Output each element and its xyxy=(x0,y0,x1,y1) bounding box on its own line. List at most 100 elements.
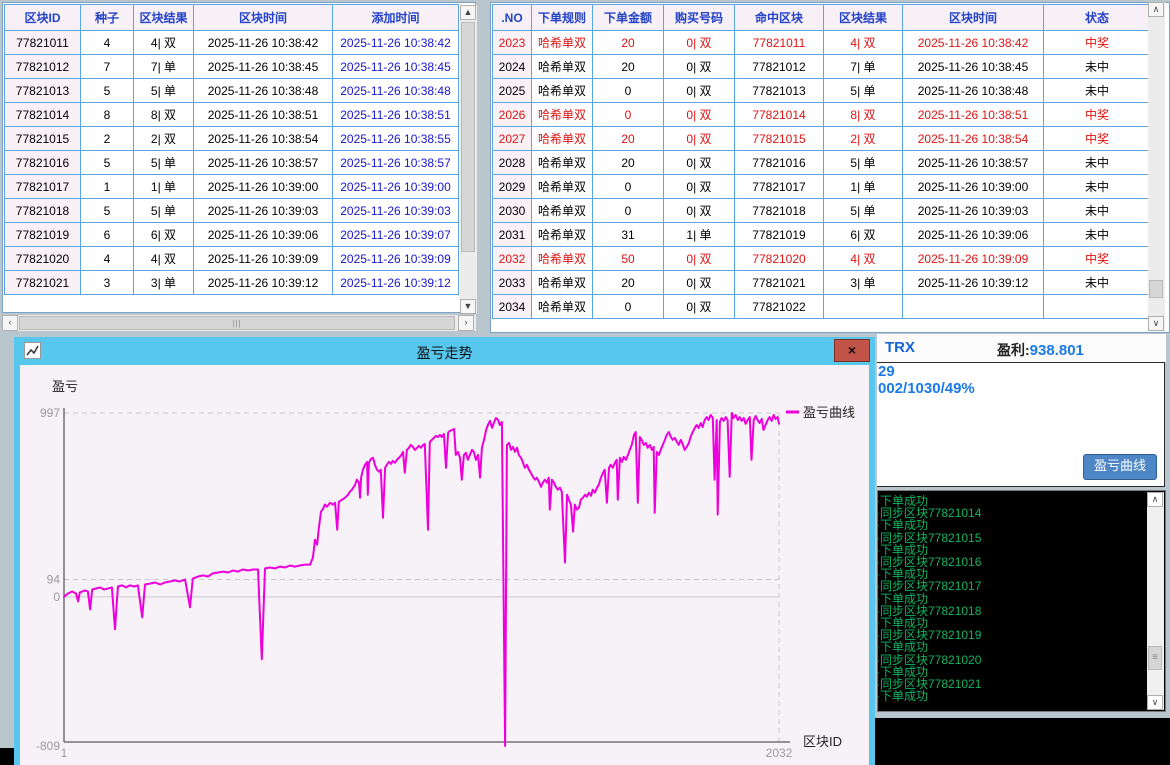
table-row[interactable]: 2024哈希单双200| 双778210127| 单2025-11-26 10:… xyxy=(493,55,1151,79)
table-cell: 7| 单 xyxy=(824,55,903,79)
log-line: ·同步区块77821015 xyxy=(878,532,1146,544)
background-console-sliver xyxy=(0,748,14,765)
column-header[interactable]: 区块结果 xyxy=(134,5,194,31)
window-titlebar[interactable]: 盈亏走势 × xyxy=(14,337,875,365)
column-header[interactable]: .NO xyxy=(493,5,532,31)
column-header[interactable]: 区块ID xyxy=(5,5,81,31)
table-row[interactable]: 2026哈希单双00| 双778210148| 双2025-11-26 10:3… xyxy=(493,103,1151,127)
column-header[interactable]: 添加时间 xyxy=(333,5,459,31)
column-header[interactable]: 种子 xyxy=(81,5,134,31)
scroll-thumb[interactable] xyxy=(1149,280,1163,298)
blocks-table-hscrollbar[interactable]: ‹ ||| › xyxy=(2,315,476,331)
column-header[interactable]: 状态 xyxy=(1044,5,1151,31)
table-row[interactable]: 2023哈希单双200| 双778210114| 双2025-11-26 10:… xyxy=(493,31,1151,55)
scroll-left-button[interactable]: ‹ xyxy=(2,315,18,331)
column-header[interactable]: 区块结果 xyxy=(824,5,903,31)
scroll-thumb[interactable]: ||| xyxy=(19,316,455,330)
table-row[interactable]: 7782101277| 单2025-11-26 10:38:452025-11-… xyxy=(5,55,459,79)
scroll-right-button[interactable]: › xyxy=(458,315,474,331)
y-tick-label: 94 xyxy=(47,573,61,587)
table-cell: 0| 双 xyxy=(664,31,735,55)
scroll-down-button[interactable]: ▼ xyxy=(460,299,476,314)
stat-line: 002/1030/49% xyxy=(877,380,1164,397)
table-cell: 2025-11-26 10:38:45 xyxy=(194,55,333,79)
scroll-up-button[interactable]: ∧ xyxy=(1147,492,1163,507)
table-row[interactable]: 7782101855| 单2025-11-26 10:39:032025-11-… xyxy=(5,199,459,223)
y-tick-label: 0 xyxy=(53,590,60,604)
table-cell: 2025-11-26 10:39:03 xyxy=(194,199,333,223)
column-header[interactable]: 区块时间 xyxy=(194,5,333,31)
table-cell: 31 xyxy=(593,223,664,247)
scroll-up-button[interactable]: ▲ xyxy=(460,5,476,20)
scroll-thumb[interactable]: ≡ xyxy=(1148,646,1162,670)
table-cell: 哈希单双 xyxy=(532,55,593,79)
table-cell: 77821013 xyxy=(735,79,824,103)
column-header[interactable]: 下单规则 xyxy=(532,5,593,31)
blocks-table-vscrollbar[interactable]: ▲ ▼ xyxy=(460,5,477,314)
table-cell xyxy=(903,295,1044,319)
column-header[interactable]: 区块时间 xyxy=(903,5,1044,31)
table-cell: 4 xyxy=(81,31,134,55)
scroll-up-button[interactable]: ∧ xyxy=(1148,2,1164,17)
table-row[interactable]: 2030哈希单双00| 双778210185| 单2025-11-26 10:3… xyxy=(493,199,1151,223)
table-cell: 8| 双 xyxy=(824,103,903,127)
scroll-down-button[interactable]: ∨ xyxy=(1147,695,1163,710)
table-row[interactable]: 7782102133| 单2025-11-26 10:39:122025-11-… xyxy=(5,271,459,295)
close-button[interactable]: × xyxy=(834,339,870,362)
table-row[interactable]: 2033哈希单双200| 双778210213| 单2025-11-26 10:… xyxy=(493,271,1151,295)
table-cell: 5| 单 xyxy=(134,199,194,223)
table-cell: 7| 单 xyxy=(134,55,194,79)
log-line: ·下单成功 xyxy=(878,641,1146,653)
table-cell: 2025-11-26 10:39:03 xyxy=(903,199,1044,223)
table-cell: 哈希单双 xyxy=(532,199,593,223)
scroll-down-button[interactable]: ∨ xyxy=(1148,316,1164,331)
table-row[interactable]: 7782101144| 双2025-11-26 10:38:422025-11-… xyxy=(5,31,459,55)
table-row[interactable]: 2031哈希单双311| 单778210196| 双2025-11-26 10:… xyxy=(493,223,1151,247)
table-row[interactable]: 7782101711| 单2025-11-26 10:39:002025-11-… xyxy=(5,175,459,199)
table-cell: 3| 单 xyxy=(824,271,903,295)
table-cell: 2025-11-26 10:38:57 xyxy=(333,151,459,175)
app-root: 区块ID种子区块结果区块时间添加时间 7782101144| 双2025-11-… xyxy=(0,0,1170,765)
table-row[interactable]: 7782101966| 双2025-11-26 10:39:062025-11-… xyxy=(5,223,459,247)
table-row[interactable]: 7782101655| 单2025-11-26 10:38:572025-11-… xyxy=(5,151,459,175)
table-row[interactable]: 7782102044| 双2025-11-26 10:39:092025-11-… xyxy=(5,247,459,271)
table-cell: 2025-11-26 10:39:09 xyxy=(333,247,459,271)
table-cell: 2025-11-26 10:38:48 xyxy=(903,79,1044,103)
table-cell: 0| 双 xyxy=(664,175,735,199)
table-row[interactable]: 2034哈希单双00| 双77821022 xyxy=(493,295,1151,319)
table-row[interactable]: 2032哈希单双500| 双778210204| 双2025-11-26 10:… xyxy=(493,247,1151,271)
profit-readout: 盈利:938.801 xyxy=(997,340,1084,360)
table-cell: 哈希单双 xyxy=(532,247,593,271)
table-cell: 2025-11-26 10:38:54 xyxy=(194,127,333,151)
table-cell: 中奖 xyxy=(1044,31,1151,55)
table-cell: 2024 xyxy=(493,55,532,79)
table-row[interactable]: 2025哈希单双00| 双778210135| 单2025-11-26 10:3… xyxy=(493,79,1151,103)
orders-table-vscrollbar[interactable]: ∧ ∨ xyxy=(1148,2,1165,331)
column-header[interactable]: 命中区块 xyxy=(735,5,824,31)
table-row[interactable]: 7782101355| 单2025-11-26 10:38:482025-11-… xyxy=(5,79,459,103)
table-row[interactable]: 7782101522| 双2025-11-26 10:38:542025-11-… xyxy=(5,127,459,151)
coin-symbol: TRX xyxy=(885,339,915,356)
log-line: ·同步区块77821020 xyxy=(878,654,1146,666)
table-cell: 0 xyxy=(593,79,664,103)
table-cell: 0| 双 xyxy=(664,79,735,103)
column-header[interactable]: 下单金额 xyxy=(593,5,664,31)
blocks-table-header: 区块ID种子区块结果区块时间添加时间 xyxy=(5,5,459,31)
table-cell: 哈希单双 xyxy=(532,79,593,103)
table-row[interactable]: 7782101488| 双2025-11-26 10:38:512025-11-… xyxy=(5,103,459,127)
table-cell: 77821018 xyxy=(5,199,81,223)
table-cell: 0| 双 xyxy=(664,295,735,319)
table-cell: 0| 双 xyxy=(664,103,735,127)
table-cell: 5| 单 xyxy=(824,79,903,103)
column-header[interactable]: 购买号码 xyxy=(664,5,735,31)
table-row[interactable]: 2027哈希单双200| 双778210152| 双2025-11-26 10:… xyxy=(493,127,1151,151)
scroll-thumb[interactable] xyxy=(461,22,475,252)
table-row[interactable]: 2028哈希单双200| 双778210165| 单2025-11-26 10:… xyxy=(493,151,1151,175)
table-cell: 2025-11-26 10:38:51 xyxy=(194,103,333,127)
table-cell: 哈希单双 xyxy=(532,271,593,295)
console-vscrollbar[interactable]: ∧ ≡ ∨ xyxy=(1147,492,1164,710)
table-cell: 77821011 xyxy=(735,31,824,55)
table-row[interactable]: 2029哈希单双00| 双778210171| 单2025-11-26 10:3… xyxy=(493,175,1151,199)
log-line: ·下单成功 xyxy=(878,519,1146,531)
profit-curve-button[interactable]: 盈亏曲线 xyxy=(1083,454,1157,480)
